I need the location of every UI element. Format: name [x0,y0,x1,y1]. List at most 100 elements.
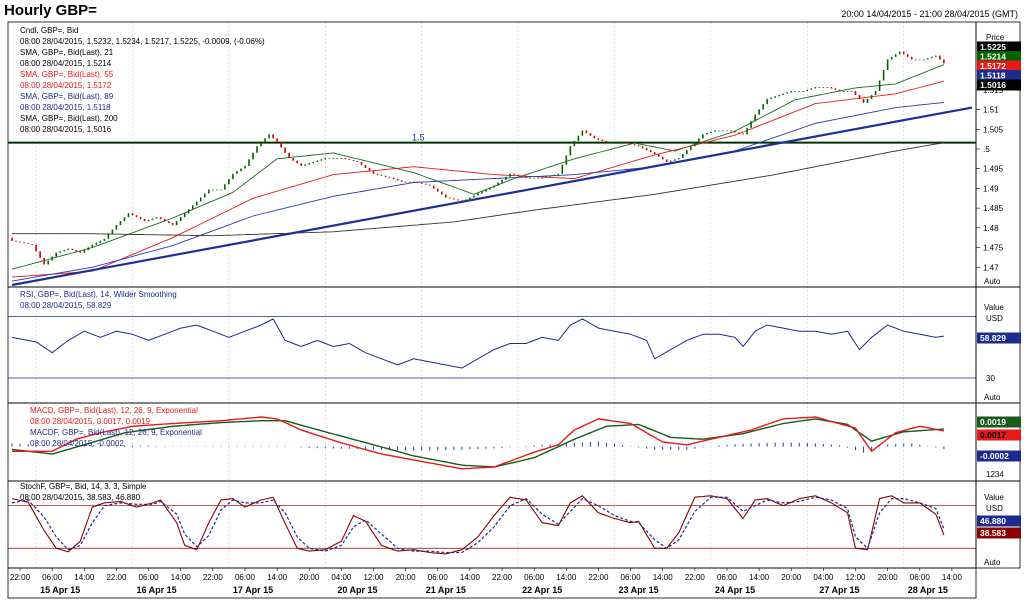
x-date-label: 17 Apr 15 [233,585,273,595]
candle-body [392,177,395,180]
rsi-auto-button[interactable]: Auto [984,393,1001,402]
chart-area[interactable]: 1.47 1.475 1.48 1.485 1.49 1.495 .5 1.505 1.51 1.… [0,0,1024,610]
candle [224,184,226,190]
candle-body [416,181,419,183]
candle [641,146,644,149]
candle-body [874,91,877,95]
candle-body [858,94,861,99]
candle [328,158,331,159]
x-hour-label: 06:00 [910,573,931,582]
candle-body [918,59,921,61]
value-tag-text: 0.0017 [980,430,1006,440]
candle [597,138,600,140]
candle [11,237,13,241]
candle-body [698,138,700,143]
candle-body [260,142,262,147]
candle [686,150,688,155]
candle [457,199,459,201]
candle [473,195,475,198]
stoch-legend-line: 08:00 28/04/2015, 38.583, 46.880 [20,493,141,502]
candle-body [766,98,768,105]
candle-body [750,121,752,128]
candle [272,134,274,139]
candle [63,250,66,252]
x-hour-label: 20:00 [781,573,802,582]
candle [284,147,286,153]
candle-body [404,181,407,183]
price-legend-line: SMA, GBP=, Bid(Last), 21 [20,48,114,57]
candle-body [653,152,656,155]
macd-legend-line: MACDF, GBP=, Bid(Last), 12, 26, 9, Expon… [30,428,202,437]
candle [300,163,303,166]
candle [143,219,146,222]
candle [380,174,383,176]
candle-body [605,140,608,143]
candle-body [914,59,917,61]
candle-body [368,167,371,171]
candle-body [669,160,672,162]
candle-body [878,80,881,92]
candle [734,131,736,133]
horizontal-level-label: 1.5 [412,133,425,143]
value-tag-text: 1.5118 [980,71,1006,81]
candle-body [842,91,845,92]
candle-body [15,240,17,242]
candle [356,161,359,162]
candle-body [372,170,375,174]
candle [95,242,98,245]
candle-body [420,182,423,184]
candle [943,59,945,64]
candle-body [802,91,805,92]
candle [513,173,515,175]
x-hour-label: 12:00 [845,573,866,582]
candle-body [734,131,736,133]
candle [151,218,154,220]
candle-body [561,164,564,174]
candle [220,189,222,191]
candle-body [79,251,82,253]
candle-body [565,155,568,165]
candle-body [199,197,202,202]
stoch-value-tag: 46.880 [977,515,1021,527]
candle-body [216,189,218,191]
candle-body [738,132,740,134]
candle [573,140,576,147]
candle-body [63,250,66,252]
x-date-label: 15 Apr 15 [40,585,80,595]
candle-body [834,88,837,90]
candle [344,158,347,160]
candle-body [762,104,764,110]
candle [440,191,443,195]
candle [866,98,869,103]
candle [304,164,307,166]
candle [902,51,905,55]
candle-body [272,134,274,139]
stoch-value-tag: 38.583 [977,527,1021,539]
candle-body [730,130,732,132]
stoch-auto-button[interactable]: Auto [984,558,1001,567]
price-value-tag: 1.5016 [977,79,1021,91]
candle-body [613,142,616,144]
candle-body [922,59,925,61]
candle-body [280,142,282,148]
x-hour-label: 06:00 [524,573,545,582]
macd-value-tag: 0.0019 [977,416,1021,428]
candle-body [661,156,664,160]
candle-body [525,176,527,178]
candle [778,94,780,97]
candle [71,248,74,251]
candle-body [43,257,45,265]
candle-body [585,130,588,134]
candle-body [465,199,467,202]
x-hour-label: 06:00 [428,573,449,582]
price-auto-button[interactable]: Auto [984,277,1001,286]
x-hour-label: 22:00 [106,573,127,582]
candle [637,145,640,147]
candle [212,189,214,191]
candle-body [489,187,491,190]
price-legend-line: 08:00 28/04/2015, 1.5016 [20,125,112,134]
candle-body [633,144,636,146]
price-legend-line: 08:00 28/04/2015, 1.5172 [20,81,112,90]
candle [360,161,363,165]
candle [870,94,873,99]
